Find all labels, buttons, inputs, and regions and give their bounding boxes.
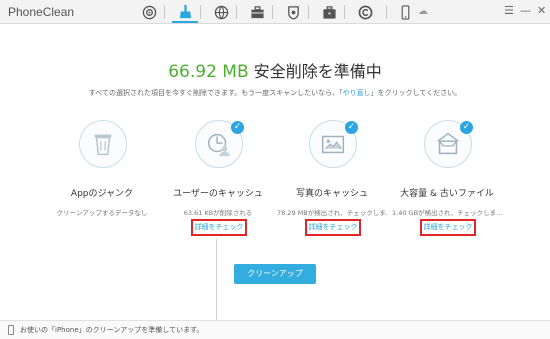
device-icon — [8, 325, 14, 335]
toolbar-divider — [164, 5, 165, 19]
card-title: ユーザーのキャッシュ — [173, 189, 263, 199]
card-description: 63.61 KBが削除される — [183, 209, 253, 217]
card-title: 大容量 & 古いファイル — [400, 189, 494, 199]
dashboard-icon[interactable] — [136, 2, 162, 23]
toolbar-divider — [308, 5, 309, 19]
toolbar-divider — [344, 5, 345, 19]
scan-result-headline: 66.92 MB 安全削除を準備中 — [0, 58, 550, 82]
broom-clean-icon[interactable] — [172, 2, 198, 23]
copyright-icon[interactable] — [352, 2, 378, 23]
card-app-junk[interactable]: Appのジャンク クリーンアップするデータなし — [47, 120, 157, 245]
briefcase-icon[interactable] — [316, 2, 342, 23]
headline-text: 安全削除を準備中 — [253, 62, 382, 81]
cleanable-amount: 66.92 MB — [168, 62, 249, 82]
check-details-link[interactable]: 詳細をチェック — [305, 219, 361, 236]
instruction-text: すべての選択された項目を今すぐ削除できます。もう一度スキャンしたいなら、「やり直… — [0, 88, 550, 98]
trash-can-icon — [79, 120, 127, 168]
card-description: 1.40 GBが検出され、チェックしま... — [392, 209, 502, 217]
instruction-prefix: すべての選択された項目を今すぐ削除できます。もう一度スキャンしたいなら、「 — [88, 89, 343, 97]
redo-link[interactable]: やり直し — [343, 89, 371, 97]
card-photo-cache[interactable]: ✓ 写真のキャッシュ 78.29 MBが検出され、チェックしま... 詳細をチェ… — [277, 120, 387, 245]
checkmark-icon[interactable]: ✓ — [460, 121, 473, 134]
instruction-suffix: 」をクリックしてください。 — [370, 89, 462, 97]
phone-icon[interactable] — [392, 2, 418, 23]
close-button[interactable]: ✕ — [537, 4, 546, 18]
toolbar-divider — [236, 5, 237, 19]
checkmark-icon[interactable]: ✓ — [231, 121, 244, 134]
cleanup-button[interactable]: クリーンアップ — [234, 264, 316, 284]
menu-icon[interactable]: ☰ — [504, 4, 514, 18]
minimize-button[interactable]: — — [520, 4, 531, 18]
status-bar: お使いの「iPhone」のクリーンアップを準備しています。 — [0, 320, 550, 339]
card-title: 写真のキャッシュ — [295, 189, 368, 199]
card-title: Appのジャンク — [70, 189, 134, 199]
toolbar-divider — [272, 5, 273, 19]
card-description: 78.29 MBが検出され、チェックしま... — [277, 209, 387, 217]
card-user-cache[interactable]: ✓ ユーザーのキャッシュ 63.61 KBが削除される 詳細をチェック — [163, 120, 273, 245]
card-description: クリーンアップするデータなし — [56, 209, 148, 217]
title-bar: PhoneClean ☁ ☰ — ✕ — [0, 0, 550, 24]
checkmark-icon[interactable]: ✓ — [345, 121, 358, 134]
toolbox-icon[interactable] — [244, 2, 270, 23]
globe-icon[interactable] — [208, 2, 234, 23]
toolbar-divider — [386, 5, 387, 19]
check-details-link[interactable]: 詳細をチェック — [420, 219, 476, 236]
card-large-old-files[interactable]: ✓ 大容量 & 古いファイル 1.40 GBが検出され、チェックしま... 詳細… — [392, 120, 502, 245]
status-text: お使いの「iPhone」のクリーンアップを準備しています。 — [20, 326, 204, 334]
shield-icon[interactable] — [280, 2, 306, 23]
toolbar-divider — [200, 5, 201, 19]
app-title: PhoneClean — [8, 5, 75, 19]
wifi-indicator-icon: ☁ — [418, 6, 428, 17]
check-details-link[interactable]: 詳細をチェック — [191, 219, 247, 236]
